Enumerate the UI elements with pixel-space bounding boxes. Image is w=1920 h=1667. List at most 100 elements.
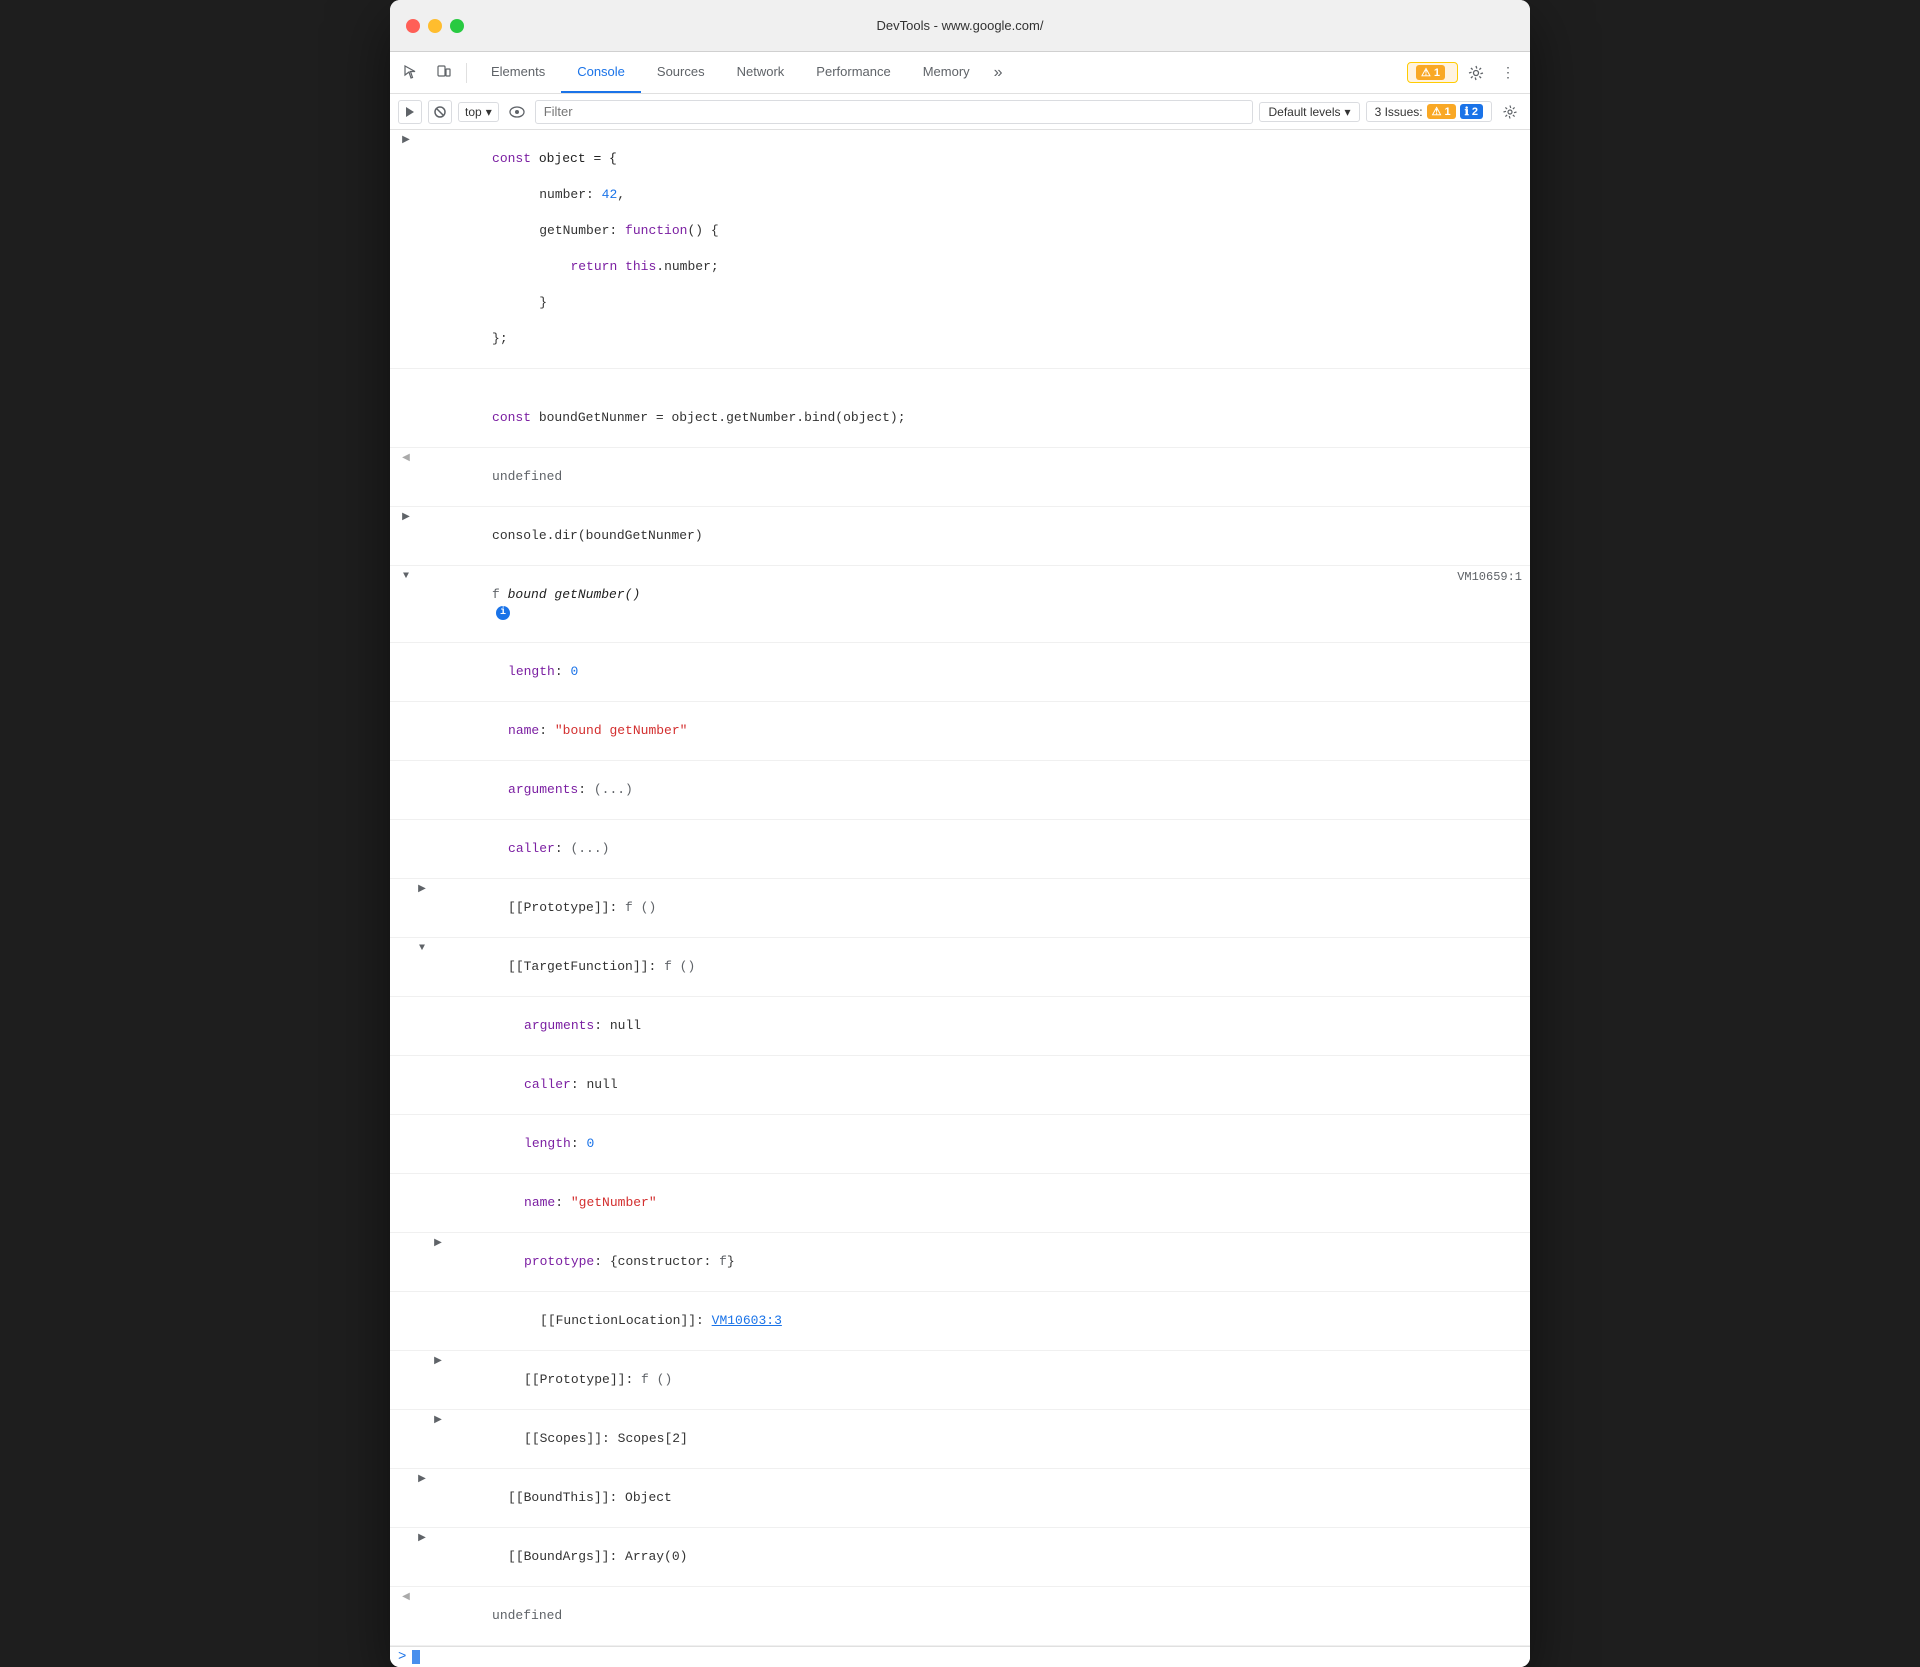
property-row: arguments: null — [390, 997, 1530, 1056]
more-dots-icon: ⋮ — [1501, 64, 1515, 81]
console-prompt: > — [398, 1649, 406, 1665]
eye-button[interactable] — [505, 100, 529, 124]
toolbar-right: ⚠ 1 ⋮ — [1407, 59, 1522, 87]
more-options-button[interactable]: ⋮ — [1494, 59, 1522, 87]
console-info-badge: ℹ 2 — [1460, 104, 1483, 119]
chevron-down-icon: ▾ — [486, 105, 492, 119]
console-settings-button[interactable] — [1498, 100, 1522, 124]
scopes-row: ▶ [[Scopes]]: Scopes[2] — [390, 1410, 1530, 1469]
inner-prototype-row: ▶ [[Prototype]]: f () — [390, 1351, 1530, 1410]
prototype-text: [[Prototype]]: f () — [430, 881, 1522, 935]
console-settings-icon — [1503, 105, 1517, 119]
collapse-arrow: ◀ — [398, 450, 414, 468]
property-text: caller: (...) — [430, 822, 1522, 876]
code-text: const boundGetNunmer = object.getNumber.… — [414, 391, 1522, 445]
expand-arrow[interactable]: ▶ — [398, 132, 414, 150]
result-text: undefined — [414, 450, 1522, 504]
settings-button[interactable] — [1462, 59, 1490, 87]
device-icon — [436, 65, 452, 81]
console-toolbar: top ▾ Default levels ▾ 3 Issues: ⚠ 1 ℹ 2 — [390, 94, 1530, 130]
property-text: length: 0 — [430, 645, 1522, 699]
prototype-row: ▶ [[Prototype]]: f () — [390, 879, 1530, 938]
object-label: f bound getNumber() i — [414, 568, 1441, 640]
default-levels-label: Default levels — [1268, 105, 1340, 119]
bound-this-text: [[BoundThis]]: Object — [430, 1471, 1522, 1525]
console-output: ▶ const object = { number: 42, getNumber… — [390, 130, 1530, 1667]
property-row: length: 0 — [390, 1115, 1530, 1174]
expand-arrow[interactable]: ▶ — [430, 1235, 446, 1253]
tab-network[interactable]: Network — [721, 52, 801, 93]
expand-arrow[interactable]: ▶ — [414, 881, 430, 899]
issues-warn-badge: ⚠ 1 — [1416, 65, 1445, 80]
maximize-button[interactable] — [450, 19, 464, 33]
tab-elements[interactable]: Elements — [475, 52, 561, 93]
context-label: top — [465, 105, 482, 119]
inspect-icon — [404, 65, 420, 81]
window-title: DevTools - www.google.com/ — [877, 18, 1044, 33]
tab-console[interactable]: Console — [561, 52, 641, 93]
console-issues-count[interactable]: 3 Issues: ⚠ 1 ℹ 2 — [1366, 101, 1492, 122]
property-row: length: 0 — [390, 643, 1530, 702]
fn-location-text: [[FunctionLocation]]: VM10603:3 — [462, 1294, 1522, 1348]
run-script-icon — [403, 105, 417, 119]
expand-arrow[interactable]: ▶ — [430, 1412, 446, 1430]
expand-arrow[interactable]: ▶ — [414, 1530, 430, 1548]
property-text: arguments: null — [446, 999, 1522, 1053]
property-row: name: "getNumber" — [390, 1174, 1530, 1233]
code-text: console.dir(boundGetNunmer) — [414, 509, 1522, 563]
clear-console-button[interactable] — [398, 100, 422, 124]
expand-arrow[interactable]: ▶ — [398, 509, 414, 527]
default-levels-button[interactable]: Default levels ▾ — [1259, 102, 1359, 122]
blank-line — [390, 369, 1530, 389]
inner-prototype-text: [[Prototype]]: f () — [446, 1353, 1522, 1407]
more-tabs-button[interactable]: » — [986, 52, 1011, 93]
bound-this-row: ▶ [[BoundThis]]: Object — [390, 1469, 1530, 1528]
filter-input[interactable] — [535, 100, 1254, 124]
minimize-button[interactable] — [428, 19, 442, 33]
bound-args-row: ▶ [[BoundArgs]]: Array(0) — [390, 1528, 1530, 1587]
console-warn-badge: ⚠ 1 — [1427, 104, 1456, 119]
context-dropdown[interactable]: top ▾ — [458, 102, 499, 122]
vm-ref: VM10659:1 — [1441, 568, 1522, 586]
expand-arrow[interactable]: ▶ — [430, 1353, 446, 1371]
console-entry: const boundGetNunmer = object.getNumber.… — [390, 389, 1530, 448]
console-entry: ◀ undefined — [390, 448, 1530, 507]
stop-icon — [433, 105, 447, 119]
issues-count-text: 3 Issues: — [1375, 105, 1423, 119]
result-text: undefined — [414, 1589, 1522, 1643]
tab-performance[interactable]: Performance — [800, 52, 906, 93]
collapse-arrow[interactable]: ▼ — [398, 568, 414, 586]
property-row: caller: null — [390, 1056, 1530, 1115]
stop-button[interactable] — [428, 100, 452, 124]
fn-location-row: [[FunctionLocation]]: VM10603:3 — [390, 1292, 1530, 1351]
property-text: name: "bound getNumber" — [430, 704, 1522, 758]
property-text: arguments: (...) — [430, 763, 1522, 817]
issues-badge[interactable]: ⚠ 1 — [1407, 62, 1458, 83]
code-text: const object = { number: 42, getNumber: … — [414, 132, 1522, 366]
inspect-element-button[interactable] — [398, 59, 426, 87]
tab-sources[interactable]: Sources — [641, 52, 721, 93]
console-input-row: > — [390, 1646, 1530, 1667]
prototype-collapsed-row: ▶ prototype: {constructor: f} — [390, 1233, 1530, 1292]
result-arrow: ◀ — [398, 1589, 414, 1607]
expand-arrow[interactable]: ▶ — [414, 1471, 430, 1489]
devtools-body: Elements Console Sources Network Perform… — [390, 52, 1530, 1667]
property-row: name: "bound getNumber" — [390, 702, 1530, 761]
levels-chevron-icon: ▾ — [1345, 105, 1351, 119]
cursor-indicator[interactable] — [412, 1650, 420, 1664]
info-icon[interactable]: i — [496, 606, 510, 620]
bound-args-text: [[BoundArgs]]: Array(0) — [430, 1530, 1522, 1584]
object-entry: ▼ f bound getNumber() i VM10659:1 — [390, 566, 1530, 643]
tab-memory[interactable]: Memory — [907, 52, 986, 93]
close-button[interactable] — [406, 19, 420, 33]
collapse-arrow[interactable]: ▼ — [414, 940, 430, 958]
device-toggle-button[interactable] — [430, 59, 458, 87]
fn-location-link[interactable]: VM10603:3 — [712, 1313, 782, 1328]
console-entry: ◀ undefined — [390, 1587, 1530, 1646]
console-entry: ▶ const object = { number: 42, getNumber… — [390, 130, 1530, 369]
property-row: caller: (...) — [390, 820, 1530, 879]
eye-icon — [509, 106, 525, 118]
toolbar-divider — [466, 63, 467, 83]
settings-icon — [1468, 65, 1484, 81]
property-text: name: "getNumber" — [446, 1176, 1522, 1230]
